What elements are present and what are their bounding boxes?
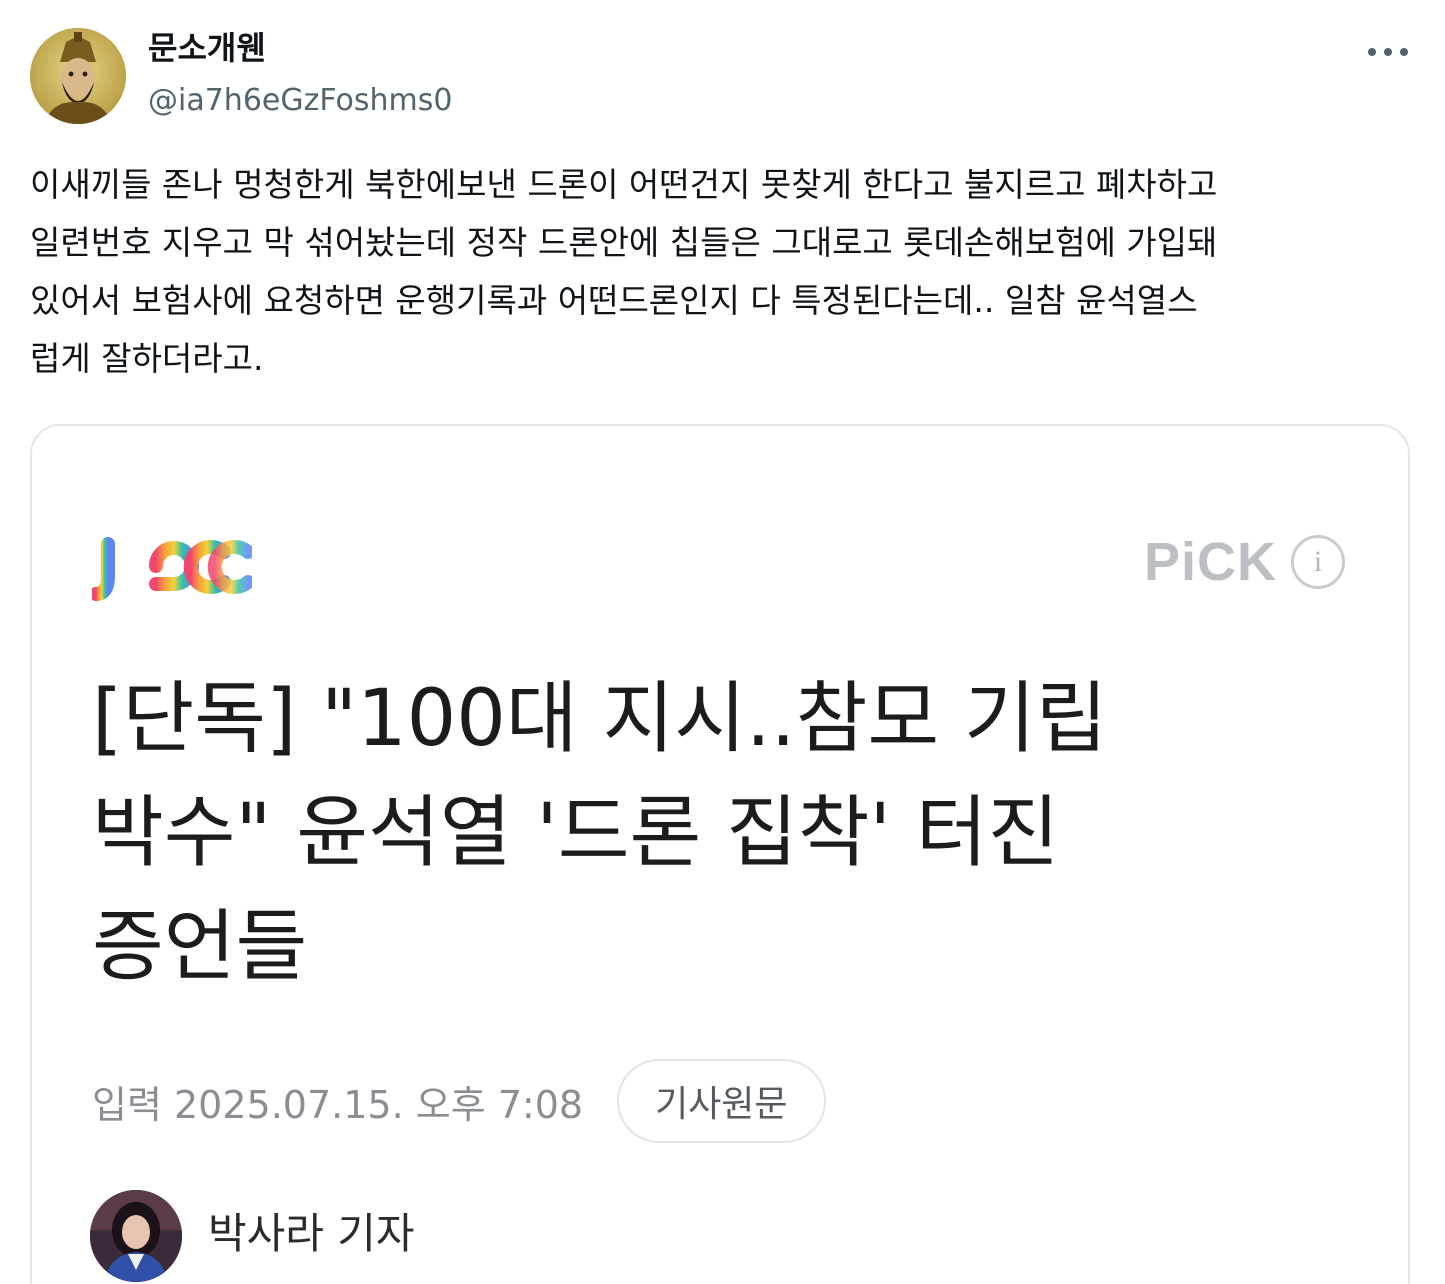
headline-line: 박수" 윤석열 '드론 집착' 터진 [92,788,1060,878]
reporter-avatar[interactable] [90,1190,182,1282]
pick-badge: PiCK i [1144,530,1346,594]
user-avatar[interactable] [30,28,126,124]
article-headline: [단독] "100대 지시..참모 기립 박수" 윤석열 '드론 집착' 터진 … [92,662,1352,1004]
display-name[interactable]: 문소개웬 [148,26,266,70]
article-meta: 입력 2025.07.15. 오후 7:08 기사원문 [92,1058,826,1144]
jtbc-logo [92,521,252,601]
tweet-text-line: 일련번호 지우고 막 섞어놨는데 정작 드론안에 칩들은 그대로고 롯데손해보험… [30,223,1218,262]
article-date: 입력 2025.07.15. 오후 7:08 [92,1082,584,1127]
pick-label: PiCK [1144,532,1278,592]
more-options-button[interactable] [1360,30,1416,74]
tweet-text-line: 럽게 잘하더라고. [30,339,264,378]
original-article-button[interactable]: 기사원문 [617,1059,826,1143]
user-handle[interactable]: @ia7h6eGzFoshms0 [148,80,452,122]
avatar-image [30,28,126,124]
attached-image-card[interactable]: PiCK i [단독] "100대 지시..참모 기립 박수" 윤석열 '드론 … [30,424,1410,1284]
info-icon[interactable]: i [1291,535,1346,589]
tweet-page: 문소개웬 @ia7h6eGzFoshms0 이새끼들 존나 멍청한게 북한에보낸… [0,0,1445,1284]
tweet-text-line: 있어서 보험사에 요청하면 운행기록과 어떤드론인지 다 특정된다는데.. 일참… [30,281,1198,320]
tweet-text: 이새끼들 존나 멍청한게 북한에보낸 드론이 어떤건지 못찾게 한다고 불지르고… [30,156,1415,388]
article-screenshot: PiCK i [단독] "100대 지시..참모 기립 박수" 윤석열 '드론 … [32,426,1408,1284]
reporter-photo [90,1190,182,1282]
reporter-name[interactable]: 박사라 기자 [208,1204,415,1264]
headline-line: [단독] "100대 지시..참모 기립 [92,674,1108,764]
tweet-text-line: 이새끼들 존나 멍청한게 북한에보낸 드론이 어떤건지 못찾게 한다고 불지르고… [30,165,1218,204]
headline-line: 증언들 [92,902,308,992]
more-horizontal-icon [1368,48,1408,56]
